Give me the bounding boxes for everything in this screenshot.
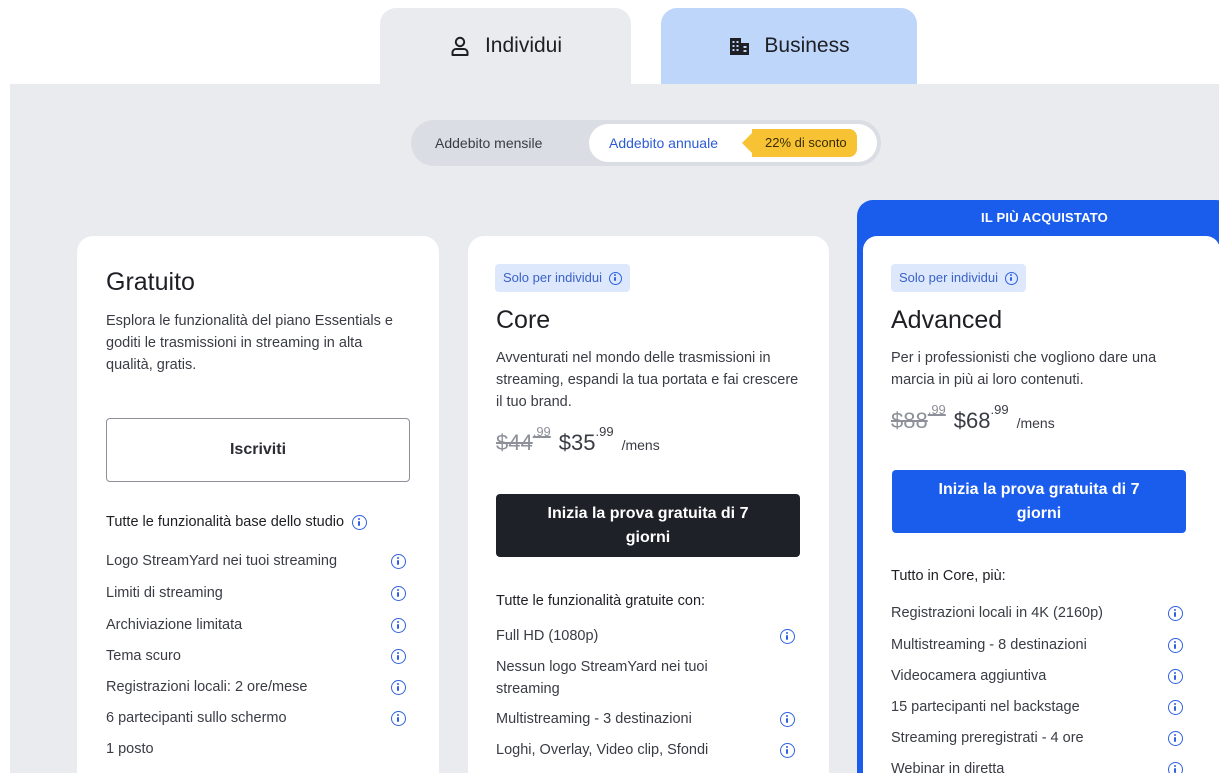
building-icon — [728, 35, 750, 57]
start-trial-button[interactable]: Inizia la prova gratuita di 7 giorni — [892, 470, 1186, 533]
individuals-only-label: Solo per individui — [503, 270, 603, 285]
old-price-cents: .99 — [927, 402, 946, 417]
info-icon[interactable] — [391, 586, 406, 601]
features-heading: Tutte le funzionalità gratuite con: — [496, 593, 706, 609]
current-price-dollars: $35 — [558, 430, 596, 455]
annual-billing-option[interactable]: Addebito annuale 22% di sconto — [589, 124, 877, 162]
plan-description: Esplora le funzionalità del piano Essent… — [106, 313, 393, 373]
info-icon[interactable] — [1168, 638, 1183, 653]
most-purchased-ribbon: IL PIÙ ACQUISTATO — [981, 210, 1108, 225]
billing-toggle: Addebito mensile Addebito annuale 22% di… — [411, 120, 881, 166]
info-icon[interactable] — [1168, 762, 1183, 773]
info-icon[interactable] — [391, 711, 406, 726]
discount-badge: 22% di sconto — [742, 129, 857, 157]
plan-description: Avventurati nel mondo delle trasmissioni… — [496, 350, 799, 410]
individuals-only-label: Solo per individui — [899, 270, 999, 285]
current-price-dollars: $68 — [953, 408, 991, 433]
feature-item: 1 posto — [106, 741, 154, 757]
tab-business[interactable]: Business — [661, 8, 917, 84]
signup-button[interactable]: Iscriviti — [106, 418, 410, 482]
feature-item: Tema scuro — [106, 648, 181, 664]
info-icon[interactable] — [391, 649, 406, 664]
tab-individui[interactable]: Individui — [380, 8, 631, 84]
feature-item: Videocamera aggiuntiva — [891, 668, 1047, 684]
plan-card-advanced-highlight: IL PIÙ ACQUISTATO Solo per individui Adv… — [857, 200, 1219, 773]
plan-price: $88.99 $68.99 /mens — [891, 402, 1055, 434]
tab-business-label: Business — [764, 34, 850, 57]
plan-title: Gratuito — [106, 268, 195, 296]
feature-item: Registrazioni locali: 2 ore/mese — [106, 679, 308, 695]
feature-item: Registrazioni locali in 4K (2160p) — [891, 605, 1103, 621]
plan-card-advanced: Solo per individui Advanced Per i profes… — [863, 236, 1219, 773]
pricing-page: Individui Business Addebito mensile Adde… — [0, 0, 1219, 773]
features-heading: Tutte le funzionalità base dello studio — [106, 514, 368, 530]
info-icon[interactable] — [352, 514, 368, 530]
old-price-cents: .99 — [532, 424, 551, 439]
price-period: /mens — [621, 437, 660, 453]
info-icon[interactable] — [391, 554, 406, 569]
feature-item: Multistreaming - 8 destinazioni — [891, 637, 1087, 653]
feature-item: Archiviazione limitata — [106, 617, 243, 633]
features-heading: Tutto in Core, più: — [891, 568, 1006, 584]
features-heading-label: Tutte le funzionalità base dello studio — [106, 514, 345, 530]
info-icon[interactable] — [1168, 669, 1183, 684]
feature-item: Logo StreamYard nei tuoi streaming — [106, 553, 338, 569]
person-icon — [449, 35, 471, 57]
feature-item: Limiti di streaming — [106, 585, 223, 601]
feature-item: 6 partecipanti sullo schermo — [106, 710, 287, 726]
info-icon[interactable] — [1005, 271, 1019, 285]
plan-price: $44.99 $35.99 /mens — [496, 424, 660, 456]
tab-individui-label: Individui — [484, 34, 563, 57]
feature-item: Full HD (1080p) — [496, 628, 599, 644]
info-icon[interactable] — [1168, 700, 1183, 715]
info-icon[interactable] — [1168, 731, 1183, 746]
plan-title: Advanced — [891, 306, 1003, 334]
current-price-cents: .99 — [595, 424, 614, 439]
individuals-only-tag: Solo per individui — [891, 264, 1027, 292]
current-price: $35.99 — [558, 424, 614, 456]
price-period: /mens — [1016, 415, 1055, 431]
feature-item: Webinar in diretta — [891, 761, 1005, 773]
current-price-cents: .99 — [990, 402, 1009, 417]
old-price-dollars: $44 — [496, 430, 533, 455]
info-icon[interactable] — [780, 743, 795, 758]
plan-title: Core — [496, 306, 551, 334]
individuals-only-tag: Solo per individui — [495, 264, 631, 292]
feature-item: Multistreaming - 3 destinazioni — [496, 711, 692, 727]
feature-item: Streaming preregistrati - 4 ore — [891, 730, 1084, 746]
info-icon[interactable] — [391, 680, 406, 695]
info-icon[interactable] — [1168, 606, 1183, 621]
old-price-dollars: $88 — [891, 408, 928, 433]
current-price: $68.99 — [953, 402, 1009, 434]
info-icon[interactable] — [780, 712, 795, 727]
annual-billing-label: Addebito annuale — [609, 135, 718, 151]
feature-item: Loghi, Overlay, Video clip, Sfondi — [496, 742, 709, 758]
feature-item: 15 partecipanti nel backstage — [891, 699, 1080, 715]
info-icon[interactable] — [780, 629, 795, 644]
info-icon[interactable] — [609, 271, 623, 285]
start-trial-button[interactable]: Inizia la prova gratuita di 7 giorni — [496, 494, 800, 557]
old-price: $88.99 — [891, 402, 946, 434]
old-price: $44.99 — [496, 424, 551, 456]
feature-item: Nessun logo StreamYard nei tuoi streamin… — [496, 659, 708, 697]
monthly-billing-option[interactable]: Addebito mensile — [435, 120, 542, 166]
plan-description: Per i professionisti che vogliono dare u… — [891, 350, 1157, 388]
info-icon[interactable] — [391, 618, 406, 633]
plan-card-free: Gratuito Esplora le funzionalità del pia… — [77, 236, 439, 773]
plan-card-core: Solo per individui Core Avventurati nel … — [468, 236, 829, 773]
